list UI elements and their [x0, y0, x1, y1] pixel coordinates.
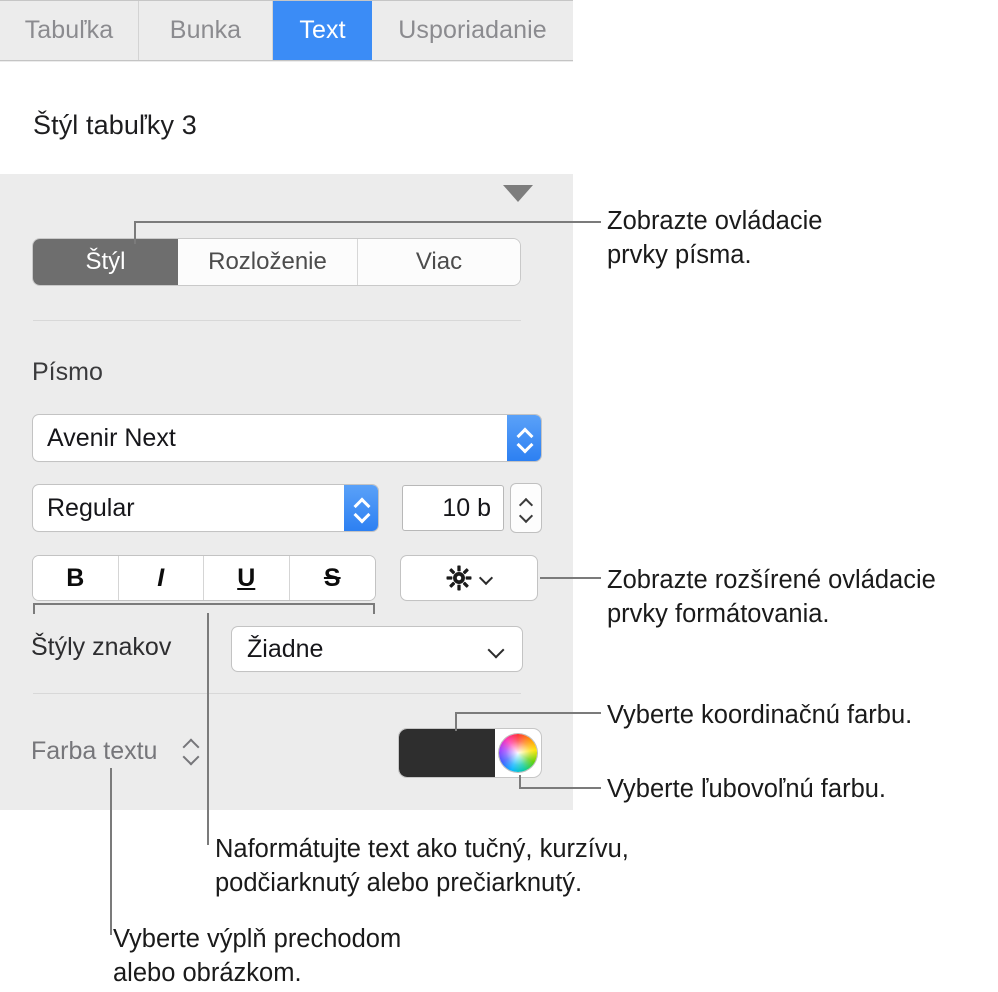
callout-line-3-horizontal: [455, 712, 601, 714]
font-size-value: 10 b: [442, 493, 491, 522]
page-title: Štýl tabuľky 3: [33, 110, 197, 140]
font-size-stepper[interactable]: [511, 484, 541, 532]
chevron-down-icon: [182, 748, 200, 766]
callout-text-font-controls: Zobrazte ovládacie prvky písma.: [607, 207, 823, 269]
tab-usporiadanie[interactable]: Usporiadanie: [372, 1, 573, 60]
font-section-label: Písmo: [32, 358, 103, 386]
chevron-down-icon: [354, 510, 369, 519]
segment-styl[interactable]: Štýl: [33, 239, 178, 285]
font-family-select[interactable]: Avenir Next: [33, 415, 541, 461]
callout-text-coordinating-color: Vyberte koordinačnú farbu.: [607, 701, 913, 729]
callout-text-gradient-fill: Vyberte výplň prechodom alebo obrázkom.: [113, 925, 402, 987]
font-style-stepper-icon[interactable]: [344, 485, 378, 531]
font-style-value: Regular: [47, 493, 135, 522]
tab-tabulka[interactable]: Tabuľka: [0, 1, 139, 60]
callout-line-5-vertical: [207, 613, 209, 845]
segment-rozlozenie[interactable]: Rozloženie: [178, 239, 358, 285]
color-wheel-icon[interactable]: [499, 734, 537, 772]
table-style-header: Štýl tabuľky 3: [0, 62, 573, 202]
font-family-value: Avenir Next: [47, 423, 176, 452]
character-styles-value: Žiadne: [247, 634, 324, 663]
segment-viac[interactable]: Viac: [358, 239, 520, 285]
inspector-panel: Štýl tabuľky 3 Tabuľka Bunka Text Uspori…: [0, 0, 573, 810]
divider: [33, 693, 521, 694]
callout-line-6-vertical: [110, 768, 112, 935]
callout-text-text-formatting: Naformátujte text ako tučný, kurzívu, po…: [215, 835, 629, 897]
segmented-control: Štýl Rozloženie Viac: [33, 239, 520, 285]
tab-bunka[interactable]: Bunka: [139, 1, 273, 60]
font-style-select[interactable]: Regular: [33, 485, 378, 531]
inspector-tab-bar: Tabuľka Bunka Text Usporiadanie: [0, 0, 573, 61]
underline-button[interactable]: U: [204, 556, 290, 600]
chevron-down-icon[interactable]: [503, 185, 533, 202]
text-color-swatch[interactable]: [399, 729, 495, 777]
divider: [33, 320, 521, 321]
callout-line-4-horizontal: [519, 787, 601, 789]
color-well-group: [399, 729, 541, 777]
text-style-button-group: B I U S: [33, 556, 375, 600]
chevron-up-icon: [354, 497, 369, 506]
gear-icon: [445, 564, 473, 592]
chevron-down-icon[interactable]: [519, 512, 533, 520]
italic-button[interactable]: I: [118, 556, 204, 600]
character-styles-select[interactable]: Žiadne: [232, 627, 522, 671]
character-styles-label: Štýly znakov: [31, 633, 172, 661]
text-style-bracket: [33, 603, 375, 614]
chevron-down-icon: [488, 645, 504, 654]
chevron-down-icon: [517, 440, 532, 449]
callout-text-advanced-format: Zobrazte rozšírené ovládacie prvky formá…: [607, 566, 936, 628]
chevron-up-icon[interactable]: [519, 497, 533, 505]
callout-line-3-vertical: [455, 713, 457, 731]
strikethrough-button[interactable]: S: [289, 556, 375, 600]
up-down-chevron-icon[interactable]: [182, 737, 201, 767]
callout-line-1-vertical: [134, 222, 136, 244]
bold-button[interactable]: B: [33, 556, 119, 600]
chevron-down-icon: [479, 574, 493, 582]
callout-text-any-color: Vyberte ľubovoľnú farbu.: [607, 775, 887, 803]
tab-text[interactable]: Text: [273, 1, 372, 60]
chevron-up-icon: [517, 427, 532, 436]
callout-line-1-horizontal: [134, 221, 601, 223]
callout-line-2-horizontal: [540, 577, 601, 579]
text-color-label: Farba textu: [31, 737, 158, 765]
advanced-format-button[interactable]: [401, 556, 537, 600]
font-family-stepper-icon[interactable]: [507, 415, 541, 461]
font-size-input[interactable]: 10 b: [403, 486, 503, 530]
